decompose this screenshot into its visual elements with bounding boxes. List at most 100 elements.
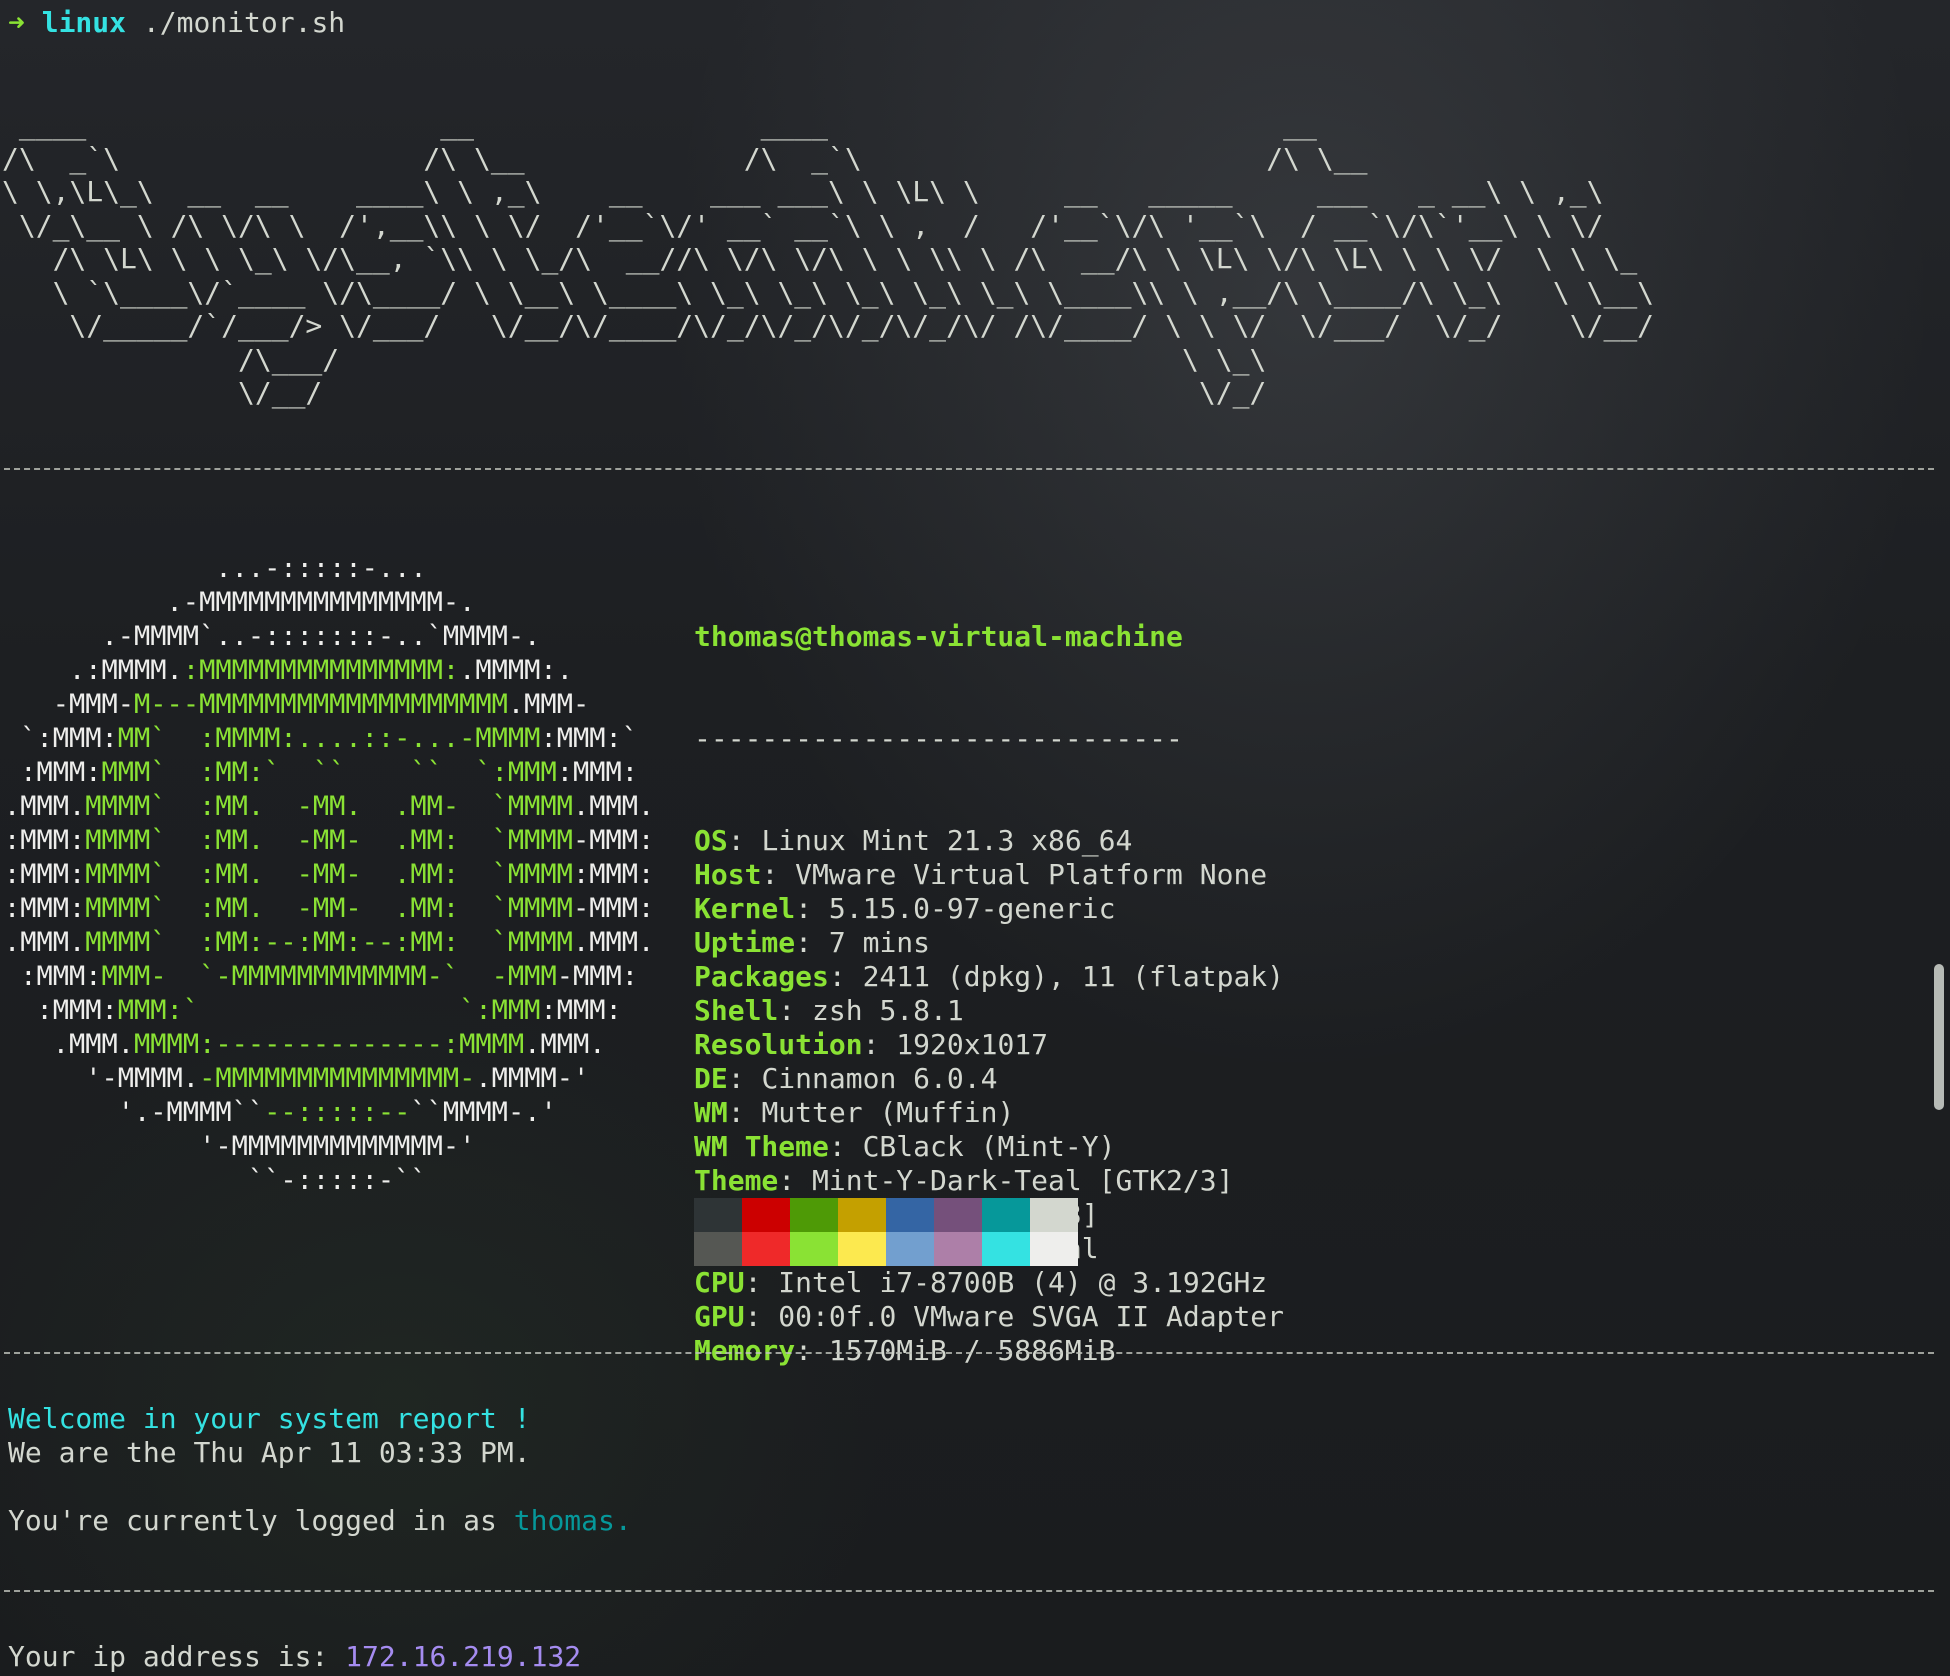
date-line: We are the Thu Apr 11 03:33 PM.	[8, 1436, 531, 1470]
logo-line: .MMM.MMMM` :MM. -MM. .MM- `MMMM.MMM.	[4, 790, 654, 824]
logo-segment: -MMMMMMMMMMMMMMM-	[199, 1063, 476, 1094]
ascii-banner: ____ __ ____ __/\ _`\ /\ \__ /\ _`\ /\ \…	[2, 108, 1654, 410]
banner-line: \ \,\L\_\ __ __ ____\ \ ,_\ __ ___ ___\ …	[2, 175, 1604, 208]
terminal-window[interactable]: ➜ linux ./monitor.sh ____ __ ____ __/\ _…	[0, 0, 1950, 1676]
banner-line: ____ __ ____ __	[2, 108, 1317, 141]
logo-segment: .-MMMM`..-:::::::-..`MMMM-.	[4, 621, 541, 652]
info-key: Shell	[694, 994, 779, 1027]
logo-line: :MMM:MMM` :MM:` `` `` `:MMM:MMM:	[4, 756, 654, 790]
info-key: Packages	[694, 960, 829, 993]
logo-segment: MMM` :MM:` `` `` `:MMM	[101, 757, 557, 788]
logo-segment: .MMM.	[572, 927, 655, 958]
palette-swatch	[934, 1198, 982, 1232]
palette-swatch	[1030, 1232, 1078, 1266]
logo-segment: MMM- `-MMMMMMMMMMMM-` -MMM	[101, 961, 557, 992]
logo-line: :MMM:MMMM` :MM. -MM- .MM: `MMMM-MMM:	[4, 824, 654, 858]
info-value: Mutter (Muffin)	[761, 1096, 1015, 1129]
info-value: VMware Virtual Platform None	[795, 858, 1268, 891]
logo-line: '.-MMMM``--:::::--``MMMM-.'	[4, 1096, 654, 1130]
banner-line: /\___/ \ \_\	[2, 342, 1267, 376]
info-key: Theme	[694, 1164, 779, 1197]
logo-segment: --:::::--	[264, 1097, 411, 1128]
logo-segment: MMMM` :MM. -MM- .MM: `MMMM	[85, 859, 573, 890]
logo-segment: .MMMM-'	[475, 1063, 590, 1094]
info-row: GPU: 00:0f.0 VMware SVGA II Adapter	[694, 1300, 1285, 1333]
banner-line: /\ \L\ \ \ \_\ \/\__, `\\ \ \_/\ __//\ \…	[2, 242, 1638, 275]
logo-line: .MMM.MMMM:--------------:MMMM.MMM.	[4, 1028, 654, 1062]
color-palette	[694, 1198, 1078, 1266]
info-value: Cinnamon 6.0.4	[761, 1062, 998, 1095]
logo-segment: .MMM.	[4, 791, 86, 822]
banner-line: \/_____/`/___/> \/___/ \/__/\/____/\/_/\…	[2, 309, 1655, 342]
logo-line: '-MMMMMMMMMMMMM-'	[4, 1130, 654, 1164]
info-value: Intel i7-8700B (4) @ 3.192GHz	[778, 1266, 1268, 1299]
logo-segment: :MMM:	[4, 859, 86, 890]
logo-line: :MMM:MMMM` :MM. -MM- .MM: `MMMM-MMM:	[4, 892, 654, 926]
palette-swatch	[934, 1232, 982, 1266]
logo-segment: -MMM:	[572, 825, 655, 856]
logo-line: ``-:::::-``	[4, 1164, 654, 1198]
logo-segment: :MMM:	[4, 825, 86, 856]
logo-segment: MMMM` :MM. -MM- .MM: `MMMM	[85, 893, 573, 924]
palette-swatch	[694, 1232, 742, 1266]
scrollbar-thumb[interactable]	[1934, 964, 1944, 1110]
info-row: WM Theme: CBlack (Mint-Y)	[694, 1130, 1116, 1163]
info-key: Resolution	[694, 1028, 863, 1061]
palette-swatch	[694, 1198, 742, 1232]
info-row: CPU: Intel i7-8700B (4) @ 3.192GHz	[694, 1266, 1268, 1299]
logo-segment: .MMM-	[507, 689, 590, 720]
logo-segment: .:MMMM.	[4, 655, 183, 686]
logo-segment: M---MMMMMMMMMMMMMMMMMMM	[134, 689, 508, 720]
info-row: Host: VMware Virtual Platform None	[694, 858, 1268, 891]
logo-line: :MMM:MMMM` :MM. -MM- .MM: `MMMM:MMM:	[4, 858, 654, 892]
logo-segment: :MMM:	[4, 757, 102, 788]
logo-segment: :MMM:	[556, 757, 638, 788]
info-value: 00:0f.0 VMware SVGA II Adapter	[778, 1300, 1285, 1333]
prompt-directory: linux	[41, 6, 127, 39]
divider-1	[4, 468, 1934, 470]
logo-line: :MMM:MMM:` `:MMM:MMM:	[4, 994, 654, 1028]
info-key: DE	[694, 1062, 728, 1095]
divider-3	[4, 1590, 1934, 1592]
logo-segment: MM` :MMMM:....::-...-MMMM	[117, 723, 541, 754]
logo-segment: -MMM-	[4, 689, 135, 720]
logo-segment: :MMM:	[4, 995, 118, 1026]
divider-2	[4, 1352, 1934, 1354]
info-key: CPU	[694, 1266, 745, 1299]
banner-line: \/_\__ \ /\ \/\ \ /',__\\ \ \/ /'__`\/' …	[2, 208, 1604, 242]
palette-swatch	[982, 1232, 1030, 1266]
logo-segment: .MMM.	[572, 791, 655, 822]
logo-line: .MMM.MMMM` :MM:--:MM:--:MM: `MMMM.MMM.	[4, 926, 654, 960]
info-row: Memory: 1570MiB / 5886MiB	[694, 1334, 1116, 1367]
login-prefix: You're currently logged in as	[8, 1504, 514, 1537]
logo-line: :MMM:MMM- `-MMMMMMMMMMMM-` -MMM-MMM:	[4, 960, 654, 994]
login-user: thomas.	[513, 1504, 632, 1537]
info-row: Resolution: 1920x1017	[694, 1028, 1049, 1061]
info-key: GPU	[694, 1300, 745, 1333]
banner-line: /\ _`\ /\ \__ /\ _`\ /\ \__	[2, 141, 1368, 175]
info-value: 2411 (dpkg), 11 (flatpak)	[862, 960, 1285, 993]
logo-segment: MMMM` :MM:--:MM:--:MM: `MMMM	[85, 927, 573, 958]
info-row: WM: Mutter (Muffin)	[694, 1096, 1015, 1129]
welcome-text: Welcome in your system report !	[8, 1402, 531, 1435]
palette-swatch	[1030, 1198, 1078, 1232]
info-row: Packages: 2411 (dpkg), 11 (flatpak)	[694, 960, 1285, 993]
info-value: zsh 5.8.1	[812, 994, 964, 1027]
info-value: Mint-Y-Dark-Teal [GTK2/3]	[812, 1164, 1234, 1197]
logo-segment: MMMM:--------------:MMMM	[134, 1029, 525, 1060]
logo-segment: .-MMMMMMMMMMMMMMM-.	[4, 587, 476, 618]
info-row: DE: Cinnamon 6.0.4	[694, 1062, 998, 1095]
info-row: Theme: Mint-Y-Dark-Teal [GTK2/3]	[694, 1164, 1234, 1197]
palette-swatch	[790, 1198, 838, 1232]
date-prefix: We are the	[8, 1436, 194, 1469]
logo-segment: :MMM:	[540, 995, 622, 1026]
info-key: Kernel	[694, 892, 796, 925]
ip-prefix: Your ip address is:	[8, 1640, 346, 1673]
logo-segment: MMMM` :MM. -MM- .MM: `MMMM	[85, 825, 573, 856]
info-value: 7 mins	[828, 926, 931, 959]
logo-segment: :MMM:`	[540, 723, 638, 754]
logo-line: .-MMMMMMMMMMMMMMM-.	[4, 586, 654, 620]
info-key: Uptime	[694, 926, 796, 959]
info-row: Kernel: 5.15.0-97-generic	[694, 892, 1116, 925]
date-value: Thu Apr 11 03:33 PM.	[193, 1436, 531, 1469]
